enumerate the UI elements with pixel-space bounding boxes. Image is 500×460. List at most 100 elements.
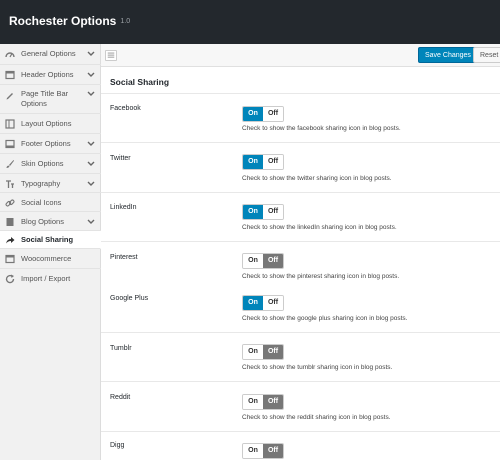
document-icon	[6, 218, 14, 226]
sidebar-item-typography[interactable]: Typography	[0, 174, 101, 193]
divider	[101, 93, 500, 94]
on-segment[interactable]: On	[243, 296, 263, 310]
linkedin-toggle[interactable]: On Off	[242, 204, 284, 220]
sidebar-item-general-options[interactable]: General Options	[0, 44, 101, 65]
reddit-toggle[interactable]: On Off	[242, 394, 284, 410]
on-segment[interactable]: On	[243, 155, 263, 169]
sidebar-item-footer-options[interactable]: Footer Options	[0, 134, 101, 154]
list-icon	[107, 52, 115, 58]
divider	[101, 142, 500, 143]
off-segment[interactable]: Off	[263, 395, 283, 409]
sidebar-item-skin-options[interactable]: Skin Options	[0, 154, 101, 174]
option-label: Reddit	[110, 394, 131, 401]
off-segment[interactable]: Off	[263, 107, 283, 121]
sidebar-item-label: General Options	[21, 49, 76, 58]
option-description: Check to show the tumblr sharing icon in…	[242, 364, 393, 371]
sidebar-item-label: Woocommerce	[21, 254, 72, 263]
option-label: Facebook	[110, 105, 141, 112]
dashboard-icon	[5, 52, 15, 58]
divider	[101, 192, 500, 193]
option-description: Check to show the linkedIn sharing icon …	[242, 224, 397, 231]
divider	[101, 381, 500, 382]
option-description: Check to show the twitter sharing icon i…	[242, 175, 392, 182]
sidebar-item-label: Footer Options	[21, 139, 71, 148]
off-segment[interactable]: Off	[263, 444, 283, 458]
option-description: Check to show the reddit sharing icon in…	[242, 414, 391, 421]
sidebar-item-label: Skin Options	[21, 159, 64, 168]
off-segment[interactable]: Off	[263, 155, 283, 169]
on-segment[interactable]: On	[243, 444, 263, 458]
sidebar-item-label: Page Title Bar Options	[21, 89, 69, 108]
divider	[101, 241, 500, 242]
top-header: Rochester Options 1.0	[0, 0, 500, 44]
pen-icon	[6, 93, 13, 100]
facebook-toggle[interactable]: On Off	[242, 106, 284, 122]
sidebar-item-label: Blog Options	[21, 217, 64, 226]
on-segment[interactable]: On	[243, 254, 263, 268]
google-plus-toggle[interactable]: On Off	[242, 295, 284, 311]
sidebar-item-label: Typography	[21, 179, 61, 188]
window-icon	[5, 254, 15, 264]
tumblr-toggle[interactable]: On Off	[242, 344, 284, 360]
chevron-down-icon	[87, 141, 95, 146]
sidebar-item-social-sharing[interactable]: Social Sharing	[0, 231, 101, 249]
sidebar-item-header-options[interactable]: Header Options	[0, 65, 101, 85]
sidebar-item-page-title-bar-options[interactable]: Page Title Bar Options	[0, 85, 101, 114]
option-label: Google Plus	[110, 295, 149, 302]
pinterest-toggle[interactable]: On Off	[242, 253, 284, 269]
sidebar-item-label: Social Sharing	[21, 235, 74, 244]
app-version: 1.0	[120, 18, 131, 26]
sidebar-item-woocommerce[interactable]: Woocommerce	[0, 249, 101, 269]
sidebar-item-label: Social Icons	[21, 198, 62, 207]
app-title-text: Rochester Options	[9, 14, 117, 28]
sidebar-item-layout-options[interactable]: Layout Options	[0, 114, 101, 134]
sidebar: General Options Header Options Page Titl…	[0, 44, 101, 460]
twitter-toggle[interactable]: On Off	[242, 154, 284, 170]
sidebar-item-blog-options[interactable]: Blog Options	[0, 212, 101, 231]
chevron-down-icon	[87, 91, 95, 96]
app-title: Rochester Options 1.0	[9, 14, 130, 28]
sidebar-item-label: Layout Options	[21, 119, 72, 128]
main-content: Social Sharing Facebook On Off Check to …	[101, 67, 500, 460]
brush-icon	[6, 160, 14, 168]
reset-section-button[interactable]: Reset Se	[473, 47, 500, 63]
text-icon	[6, 180, 14, 188]
chevron-down-icon	[87, 72, 95, 77]
sidebar-item-label: Import / Export	[21, 274, 71, 283]
chevron-down-icon	[87, 219, 95, 224]
option-label: LinkedIn	[110, 204, 137, 211]
divider	[101, 332, 500, 333]
save-changes-button[interactable]: Save Changes	[418, 47, 478, 63]
link-icon	[5, 199, 15, 207]
option-label: Digg	[110, 442, 125, 449]
section-title: Social Sharing	[110, 77, 170, 87]
chevron-down-icon	[87, 181, 95, 186]
chevron-down-icon	[87, 51, 95, 56]
chevron-down-icon	[87, 161, 95, 166]
option-label: Tumblr	[110, 345, 132, 352]
off-segment[interactable]: Off	[263, 205, 283, 219]
expand-toggle-button[interactable]	[105, 50, 117, 61]
share-icon	[6, 237, 15, 244]
sidebar-item-social-icons[interactable]: Social Icons	[0, 193, 101, 212]
option-description: Check to show the facebook sharing icon …	[242, 125, 401, 132]
refresh-icon	[5, 274, 15, 284]
digg-toggle[interactable]: On Off	[242, 443, 284, 459]
off-segment[interactable]: Off	[263, 254, 283, 268]
on-segment[interactable]: On	[243, 107, 263, 121]
on-segment[interactable]: On	[243, 345, 263, 359]
layout-icon	[5, 119, 15, 129]
off-segment[interactable]: Off	[263, 296, 283, 310]
option-description: Check to show the pinterest sharing icon…	[242, 273, 400, 280]
window-icon	[5, 70, 15, 80]
divider	[101, 431, 500, 432]
sidebar-item-label: Header Options	[21, 70, 74, 79]
option-label: Twitter	[110, 155, 131, 162]
toolbar: Save Changes Reset Se	[101, 44, 500, 67]
off-segment[interactable]: Off	[263, 345, 283, 359]
option-label: Pinterest	[110, 254, 138, 261]
window-icon	[5, 139, 15, 149]
on-segment[interactable]: On	[243, 205, 263, 219]
on-segment[interactable]: On	[243, 395, 263, 409]
sidebar-item-import-export[interactable]: Import / Export	[0, 269, 101, 288]
